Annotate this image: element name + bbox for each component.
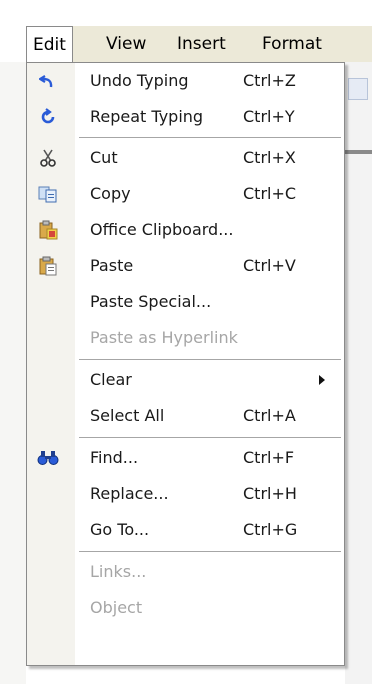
- document-left-edge: [0, 62, 26, 684]
- menu-item-links: Links...: [27, 554, 344, 590]
- menu-item-select-all[interactable]: Select All Ctrl+A: [27, 398, 344, 434]
- menu-item-label: Select All: [90, 406, 165, 425]
- menu-item-paste-as-hyperlink: Paste as Hyperlink: [27, 320, 344, 356]
- menu-item-label: Links...: [90, 562, 147, 581]
- menu-item-shortcut: Ctrl+F: [243, 448, 295, 467]
- paste-icon: [37, 256, 59, 276]
- menu-item-label: Paste Special...: [90, 292, 212, 311]
- menu-edit[interactable]: Edit: [26, 26, 73, 62]
- menu-item-label: Office Clipboard...: [90, 220, 234, 239]
- copy-icon: [37, 184, 59, 204]
- menu-item-office-clipboard[interactable]: Office Clipboard...: [27, 212, 344, 248]
- repeat-icon: [37, 107, 59, 127]
- menu-item-label: Repeat Typing: [90, 107, 204, 126]
- menu-item-object: Object: [27, 590, 344, 626]
- menu-separator: [79, 137, 341, 138]
- menu-item-shortcut: Ctrl+Z: [243, 71, 296, 90]
- menu-separator: [79, 551, 341, 552]
- menu-insert[interactable]: Insert: [177, 26, 226, 62]
- menu-item-clear[interactable]: Clear: [27, 362, 344, 398]
- menu-format[interactable]: Format: [262, 26, 322, 62]
- clipboard-icon: [37, 220, 59, 240]
- menu-item-label: Undo Typing: [90, 71, 189, 90]
- binoculars-icon: [37, 448, 59, 468]
- ruler-edge: [345, 150, 372, 154]
- menu-item-shortcut: Ctrl+H: [243, 484, 297, 503]
- menu-separator: [79, 437, 341, 438]
- menu-item-label: Cut: [90, 148, 118, 167]
- menu-item-replace[interactable]: Replace... Ctrl+H: [27, 476, 344, 512]
- window-top-strip: [0, 0, 372, 26]
- menu-item-paste-special[interactable]: Paste Special...: [27, 284, 344, 320]
- menu-item-paste[interactable]: Paste Ctrl+V: [27, 248, 344, 284]
- menu-item-label: Find...: [90, 448, 139, 467]
- scissors-icon: [37, 148, 59, 168]
- menu-item-shortcut: Ctrl+A: [243, 406, 296, 425]
- menu-item-shortcut: Ctrl+Y: [243, 107, 295, 126]
- menu-item-shortcut: Ctrl+V: [243, 256, 296, 275]
- submenu-arrow-icon: [319, 375, 325, 385]
- menu-item-go-to[interactable]: Go To... Ctrl+G: [27, 512, 344, 548]
- menu-separator: [79, 359, 341, 360]
- edit-dropdown-menu: Undo Typing Ctrl+Z Repeat Typing Ctrl+Y …: [26, 62, 345, 666]
- menu-item-label: Paste as Hyperlink: [90, 328, 238, 347]
- menu-item-shortcut: Ctrl+C: [243, 184, 297, 203]
- menu-item-label: Copy: [90, 184, 131, 203]
- menu-item-label: Paste: [90, 256, 134, 275]
- menu-item-label: Object: [90, 598, 143, 617]
- menu-item-undo-typing[interactable]: Undo Typing Ctrl+Z: [27, 63, 344, 99]
- menu-item-shortcut: Ctrl+G: [243, 520, 298, 539]
- undo-icon: [37, 71, 59, 91]
- menu-item-cut[interactable]: Cut Ctrl+X: [27, 140, 344, 176]
- menu-item-shortcut: Ctrl+X: [243, 148, 296, 167]
- menu-item-find[interactable]: Find... Ctrl+F: [27, 440, 344, 476]
- toolbar-button[interactable]: [348, 78, 368, 100]
- menu-bar: Edit View Insert Format: [26, 26, 372, 62]
- menu-item-label: Clear: [90, 370, 132, 389]
- menu-item-label: Replace...: [90, 484, 169, 503]
- menu-item-label: Go To...: [90, 520, 150, 539]
- menu-item-copy[interactable]: Copy Ctrl+C: [27, 176, 344, 212]
- document-right-edge: [345, 62, 372, 684]
- menu-item-repeat-typing[interactable]: Repeat Typing Ctrl+Y: [27, 99, 344, 135]
- menu-view[interactable]: View: [106, 26, 146, 62]
